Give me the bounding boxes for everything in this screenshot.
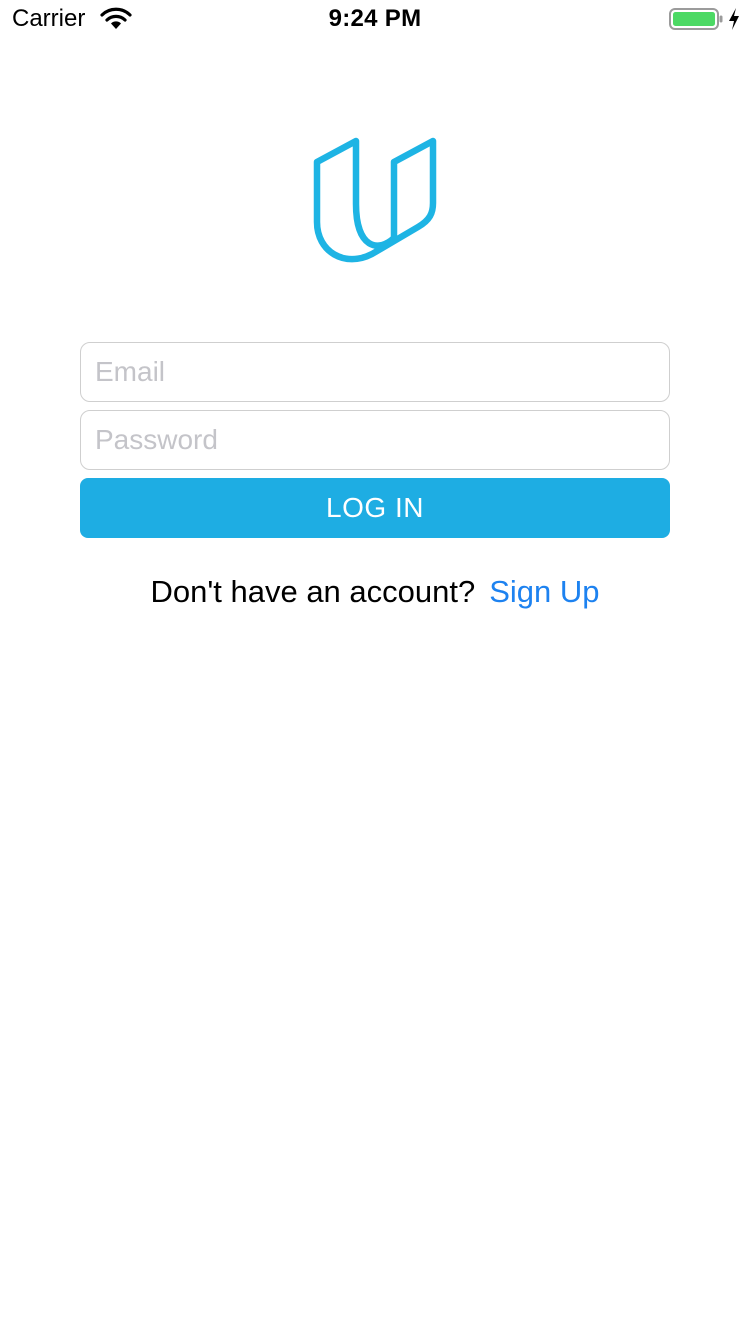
status-time: 9:24 PM [328,5,422,32]
login-button[interactable]: LOG IN [80,478,670,538]
udacity-logo-icon [313,137,437,263]
charging-bolt-icon [729,8,739,30]
signup-prompt: Don't have an account? [150,574,476,609]
email-field[interactable] [80,342,670,402]
battery-charging-icon [669,8,723,30]
password-field[interactable] [80,410,670,470]
status-bar: Carrier 9:24 PM [0,0,750,40]
login-screen: Carrier 9:24 PM LOG IN Don't have an acc… [0,0,750,1332]
signup-link[interactable]: Sign Up [489,574,599,609]
signup-row: Don't have an account? Sign Up [0,572,750,612]
